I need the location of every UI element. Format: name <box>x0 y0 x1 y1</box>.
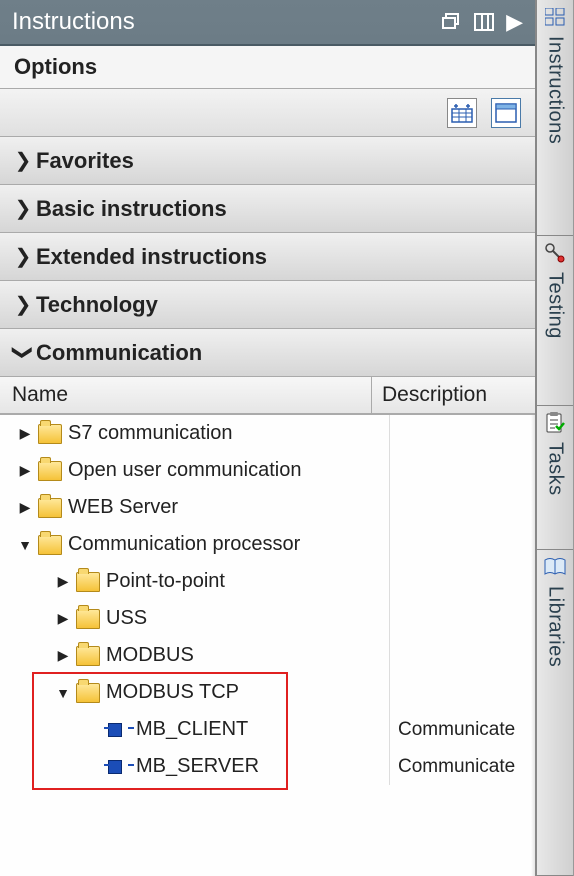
chevron-right-icon: ❯ <box>10 244 36 269</box>
tree-label: Point-to-point <box>106 570 225 593</box>
folder-icon <box>76 646 100 666</box>
tree-label: Open user communication <box>68 459 301 482</box>
section-extended-instructions[interactable]: ❯ Extended instructions <box>0 233 535 281</box>
chevron-right-icon: ❯ <box>10 292 36 317</box>
tree-desc: Communicate <box>390 756 535 778</box>
folder-icon <box>38 535 62 555</box>
column-description[interactable]: Description <box>372 377 535 413</box>
tree-label: USS <box>106 607 147 630</box>
sidetab-label: Instructions <box>544 32 567 144</box>
expand-icon[interactable] <box>56 647 70 664</box>
sidetab-label: Testing <box>544 268 567 339</box>
section-favorites[interactable]: ❯ Favorites <box>0 137 535 185</box>
instruction-tree: S7 communication Open user communication… <box>0 415 535 876</box>
toolbar <box>0 89 535 137</box>
collapse-icon[interactable] <box>56 685 70 701</box>
columns-icon[interactable] <box>474 13 494 31</box>
panel-title-bar: Instructions ▶ <box>0 0 535 46</box>
folder-icon <box>76 572 100 592</box>
clipboard-check-icon <box>542 412 568 434</box>
book-icon <box>542 556 568 578</box>
sidetab-tasks[interactable]: Tasks <box>537 406 573 550</box>
section-label: Basic instructions <box>36 196 227 222</box>
window-view-button[interactable] <box>491 98 521 128</box>
tree-item-modbus-tcp[interactable]: MODBUS TCP <box>0 674 535 711</box>
section-basic-instructions[interactable]: ❯ Basic instructions <box>0 185 535 233</box>
tree-item-uss[interactable]: USS <box>0 600 535 637</box>
config-view-button[interactable] <box>447 98 477 128</box>
tree-label: MODBUS TCP <box>106 681 239 704</box>
side-tab-strip: Instructions Testing Tasks Libraries <box>535 0 573 876</box>
section-label: Communication <box>36 340 202 366</box>
section-label: Extended instructions <box>36 244 267 270</box>
tree-item-mb-client[interactable]: MB_CLIENT Communicate <box>0 711 535 748</box>
grid-icon <box>542 6 568 28</box>
sidetab-label: Libraries <box>544 582 567 667</box>
folder-icon <box>76 683 100 703</box>
chevron-down-icon: ❯ <box>11 340 36 366</box>
folder-icon <box>38 461 62 481</box>
panel-title: Instructions <box>12 8 135 36</box>
sidetab-label: Tasks <box>544 438 567 496</box>
scroll-edge <box>531 415 535 876</box>
block-icon <box>108 758 130 776</box>
stethoscope-icon <box>542 242 568 264</box>
tree-item-web-server[interactable]: WEB Server <box>0 489 535 526</box>
tree-item-p2p[interactable]: Point-to-point <box>0 563 535 600</box>
tree-item-s7[interactable]: S7 communication <box>0 415 535 452</box>
sidetab-libraries[interactable]: Libraries <box>537 550 573 876</box>
chevron-right-icon: ❯ <box>10 196 36 221</box>
expand-icon[interactable] <box>56 573 70 590</box>
tree-item-open-user-comm[interactable]: Open user communication <box>0 452 535 489</box>
tree-item-comm-processor[interactable]: Communication processor <box>0 526 535 563</box>
tree-label: S7 communication <box>68 422 233 445</box>
section-communication[interactable]: ❯ Communication <box>0 329 535 377</box>
tree-desc: Communicate <box>390 719 535 741</box>
block-icon <box>108 721 130 739</box>
tree-item-mb-server[interactable]: MB_SERVER Communicate <box>0 748 535 785</box>
tree-label: MB_SERVER <box>136 755 259 778</box>
sidetab-instructions[interactable]: Instructions <box>537 0 573 236</box>
expand-icon[interactable] <box>18 425 32 442</box>
collapse-panel-icon[interactable]: ▶ <box>506 9 523 35</box>
tree-label: Communication processor <box>68 533 300 556</box>
sidetab-testing[interactable]: Testing <box>537 236 573 406</box>
tree-label: MB_CLIENT <box>136 718 248 741</box>
column-name[interactable]: Name <box>0 377 372 413</box>
tree-label: WEB Server <box>68 496 178 519</box>
chevron-right-icon: ❯ <box>10 148 36 173</box>
collapse-icon[interactable] <box>18 537 32 553</box>
section-technology[interactable]: ❯ Technology <box>0 281 535 329</box>
section-label: Favorites <box>36 148 134 174</box>
tree-label: MODBUS <box>106 644 194 667</box>
options-label: Options <box>14 54 97 79</box>
section-label: Technology <box>36 292 158 318</box>
folder-icon <box>38 424 62 444</box>
instructions-panel: Instructions ▶ Options <box>0 0 535 876</box>
expand-icon[interactable] <box>18 462 32 479</box>
expand-icon[interactable] <box>56 610 70 627</box>
column-headers: Name Description <box>0 377 535 415</box>
folder-icon <box>38 498 62 518</box>
options-header[interactable]: Options <box>0 46 535 89</box>
folder-icon <box>76 609 100 629</box>
tree-item-modbus[interactable]: MODBUS <box>0 637 535 674</box>
restore-icon[interactable] <box>442 13 462 31</box>
expand-icon[interactable] <box>18 499 32 516</box>
